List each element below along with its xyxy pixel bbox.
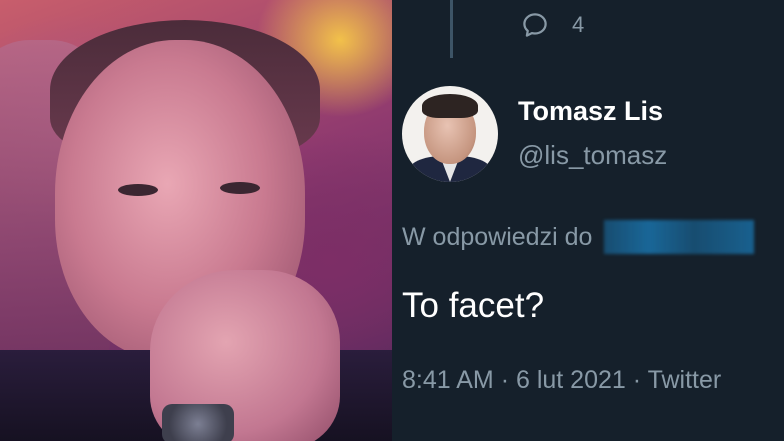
reply-icon[interactable] [520, 10, 550, 40]
reply-action[interactable]: 4 [520, 10, 584, 40]
tweet-meta: 8:41 AM · 6 lut 2021 · Twitter [402, 366, 721, 395]
in-reply-to: W odpowiedzi do [402, 220, 755, 254]
tweet-source[interactable]: Twitter [648, 366, 722, 394]
author-name[interactable]: Tomasz Lis [518, 96, 663, 127]
tweet-text: To facet? [402, 286, 545, 325]
right-eye [220, 182, 260, 194]
photo-panel [0, 0, 392, 441]
meta-separator: · [632, 366, 642, 394]
in-reply-to-label: W odpowiedzi do [402, 222, 593, 251]
meta-separator: · [500, 366, 510, 394]
tweet-panel: 4 Tomasz Lis @lis_tomasz W odpowiedzi do… [392, 0, 784, 441]
blurred-username[interactable] [604, 220, 755, 254]
left-eye [118, 184, 158, 196]
tweet-time[interactable]: 8:41 AM [402, 366, 494, 394]
reply-count: 4 [572, 12, 585, 37]
avatar-hair [422, 94, 478, 118]
avatar[interactable] [402, 86, 498, 182]
author-handle[interactable]: @lis_tomasz [518, 140, 667, 171]
thread-line [450, 0, 453, 58]
wristwatch [162, 404, 234, 441]
tweet-date[interactable]: 6 lut 2021 [516, 366, 626, 394]
